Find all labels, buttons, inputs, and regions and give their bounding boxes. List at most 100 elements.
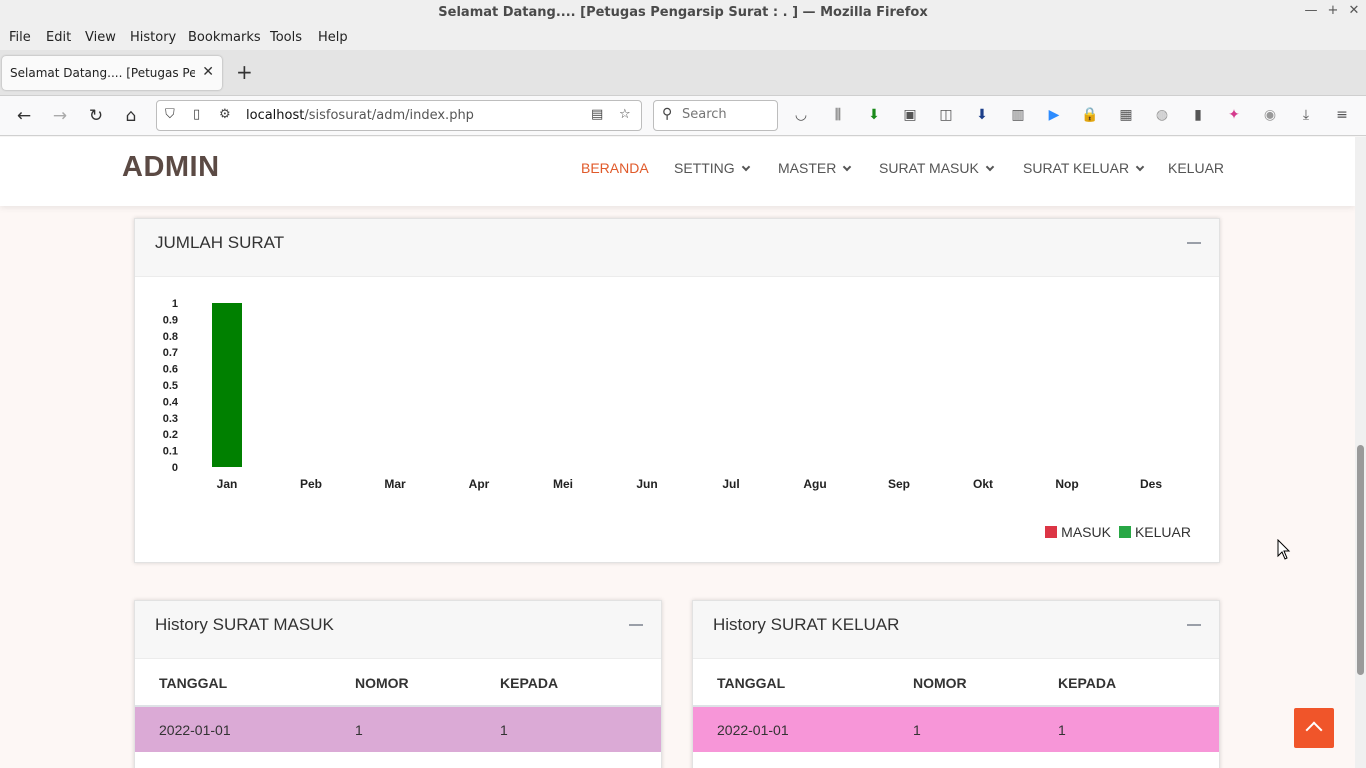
history-keluar-card: History SURAT KELUAR TANGGAL NOMOR KEPAD…: [692, 600, 1220, 768]
collapse-icon[interactable]: [1187, 624, 1201, 626]
page-scrollbar[interactable]: [1355, 137, 1366, 768]
legend-swatch: [1045, 526, 1058, 538]
x-tick-label: Mar: [384, 477, 406, 491]
chart-legend: MASUK KELUAR: [1045, 524, 1191, 540]
tab-label: Selamat Datang.... [Petugas Pengarsip Su…: [10, 66, 195, 80]
tab-active[interactable]: Selamat Datang.... [Petugas Pengarsip Su…: [2, 56, 222, 90]
page-icon[interactable]: ▯: [193, 107, 200, 122]
chevron-down-icon: [843, 162, 852, 172]
history-masuk-table: TANGGAL NOMOR KEPADA 2022-01-01 1 1: [135, 660, 661, 752]
forward-arrow-icon[interactable]: →: [49, 105, 71, 127]
search-box[interactable]: ⚲: [653, 100, 778, 131]
mouse-cursor-icon: [1277, 539, 1291, 560]
nav-beranda[interactable]: BERANDA: [581, 160, 649, 176]
save-extension-icon[interactable]: ⬇: [973, 106, 991, 124]
downloads-icon[interactable]: ⤓: [1297, 106, 1315, 124]
table-row[interactable]: 2022-01-01 1 1: [135, 706, 661, 752]
reload-icon[interactable]: ↻: [85, 105, 107, 127]
legend-label: MASUK: [1061, 524, 1111, 540]
nav-master[interactable]: MASTER: [778, 160, 852, 176]
history-keluar-title: History SURAT KELUAR: [713, 615, 900, 634]
y-tick-label: 0.3: [163, 413, 178, 425]
column-header: KEPADA: [476, 660, 661, 707]
new-tab-button[interactable]: +: [236, 62, 253, 82]
extension-icon[interactable]: ▣: [901, 106, 919, 124]
collapse-icon[interactable]: [629, 624, 643, 626]
shield-icon[interactable]: ⛉: [165, 107, 175, 122]
x-tick-label: Peb: [300, 477, 322, 491]
column-header: TANGGAL: [135, 660, 331, 707]
y-tick-label: 1: [172, 298, 178, 310]
minimize-button[interactable]: —: [1302, 3, 1320, 18]
search-icon: ⚲: [662, 106, 673, 122]
site-header: ADMIN BERANDA SETTING MASTER SURAT MASUK…: [0, 137, 1355, 206]
chart-card-title: JUMLAH SURAT: [155, 233, 285, 252]
table-cell: 1: [1058, 721, 1066, 738]
download-helper-icon[interactable]: ⬇: [865, 106, 883, 124]
close-window-button[interactable]: ✕: [1345, 3, 1363, 18]
table-cell: 1: [355, 721, 363, 738]
scroll-to-top-button[interactable]: [1294, 708, 1334, 748]
library-icon[interactable]: ⫼: [829, 106, 847, 124]
table-row[interactable]: 2022-01-01 1 1: [693, 706, 1219, 752]
menu-help[interactable]: Help: [318, 30, 348, 45]
history-masuk-title: History SURAT MASUK: [155, 615, 334, 634]
colorful-extension-icon[interactable]: ✦: [1225, 106, 1243, 124]
x-tick-label: Jun: [636, 477, 657, 491]
table-cell: 2022-01-01: [717, 721, 789, 738]
extension2-icon[interactable]: ▮: [1189, 106, 1207, 124]
table-cell: 1: [913, 721, 921, 738]
home-icon[interactable]: ⌂: [120, 105, 142, 127]
y-tick-label: 0.5: [163, 380, 178, 392]
bookmark-star-icon[interactable]: ☆: [619, 107, 631, 122]
maximize-button[interactable]: +: [1324, 3, 1342, 18]
zoom-extension-icon[interactable]: ▶: [1045, 106, 1063, 124]
menu-tools[interactable]: Tools: [270, 30, 302, 45]
tab-strip: Selamat Datang.... [Petugas Pengarsip Su…: [0, 50, 1366, 96]
hamburger-menu-icon[interactable]: ≡: [1333, 106, 1351, 124]
bar-keluar-jan[interactable]: [212, 303, 242, 467]
reader-view-icon[interactable]: ▤: [591, 107, 603, 122]
record-icon[interactable]: ◉: [1261, 106, 1279, 124]
legend-item-masuk[interactable]: MASUK: [1045, 524, 1111, 540]
chevron-down-icon: [985, 162, 995, 172]
column-header: NOMOR: [889, 660, 1034, 707]
history-masuk-card: History SURAT MASUK TANGGAL NOMOR KEPADA…: [134, 600, 662, 768]
bar-chart: 0 0.1 0.2 0.3 0.4 0.5 0.6 0.7 0.8 0.9 1 Jan Peb Mar Ap…: [163, 298, 1163, 491]
permissions-icon[interactable]: ⚙: [219, 107, 231, 122]
search-input[interactable]: [682, 107, 772, 122]
globe-icon[interactable]: ◍: [1153, 106, 1171, 124]
chart-card: JUMLAH SURAT 0 0.1 0.2 0.3 0.4 0.5 0.6 0.7 0.8 0.…: [134, 218, 1220, 563]
nav-keluar[interactable]: KELUAR: [1168, 160, 1224, 176]
lock-extension-icon[interactable]: 🔒: [1081, 106, 1099, 124]
legend-label: KELUAR: [1134, 524, 1191, 540]
tab-close-icon[interactable]: ✕: [202, 64, 214, 80]
column-header: KEPADA: [1034, 660, 1219, 707]
qr-code-icon[interactable]: ▦: [1117, 106, 1135, 124]
url-bar[interactable]: ⛉ ▯ ⚙ localhost/sisfosurat/adm/index.php…: [156, 100, 642, 131]
site-logo[interactable]: ADMIN: [122, 151, 220, 184]
url-text[interactable]: localhost/sisfosurat/adm/index.php: [246, 108, 474, 123]
y-tick-label: 0.1: [163, 446, 178, 458]
menu-file[interactable]: File: [9, 30, 31, 45]
menu-bookmarks[interactable]: Bookmarks: [188, 30, 261, 45]
menu-history[interactable]: History: [130, 30, 176, 45]
page-content: ADMIN BERANDA SETTING MASTER SURAT MASUK…: [0, 137, 1355, 768]
grid-extension-icon[interactable]: ▥: [1009, 106, 1027, 124]
x-tick-label: Mei: [553, 477, 573, 491]
pocket-icon[interactable]: ◡: [792, 106, 810, 124]
history-keluar-table: TANGGAL NOMOR KEPADA 2022-01-01 1 1: [693, 660, 1219, 752]
nav-setting[interactable]: SETTING: [674, 160, 750, 176]
back-arrow-icon[interactable]: ←: [13, 105, 35, 127]
menu-edit[interactable]: Edit: [46, 30, 71, 45]
history-masuk-header: History SURAT MASUK: [135, 601, 661, 659]
menu-view[interactable]: View: [85, 30, 116, 45]
sidebar-icon[interactable]: ◫: [937, 106, 955, 124]
table-cell: 2022-01-01: [159, 721, 231, 738]
collapse-icon[interactable]: [1187, 242, 1201, 244]
legend-item-keluar[interactable]: KELUAR: [1118, 524, 1191, 540]
nav-surat-keluar[interactable]: SURAT KELUAR: [1023, 160, 1145, 176]
scrollbar-thumb[interactable]: [1357, 445, 1364, 675]
y-tick-label: 0.8: [163, 331, 178, 343]
nav-surat-masuk[interactable]: SURAT MASUK: [879, 160, 995, 176]
